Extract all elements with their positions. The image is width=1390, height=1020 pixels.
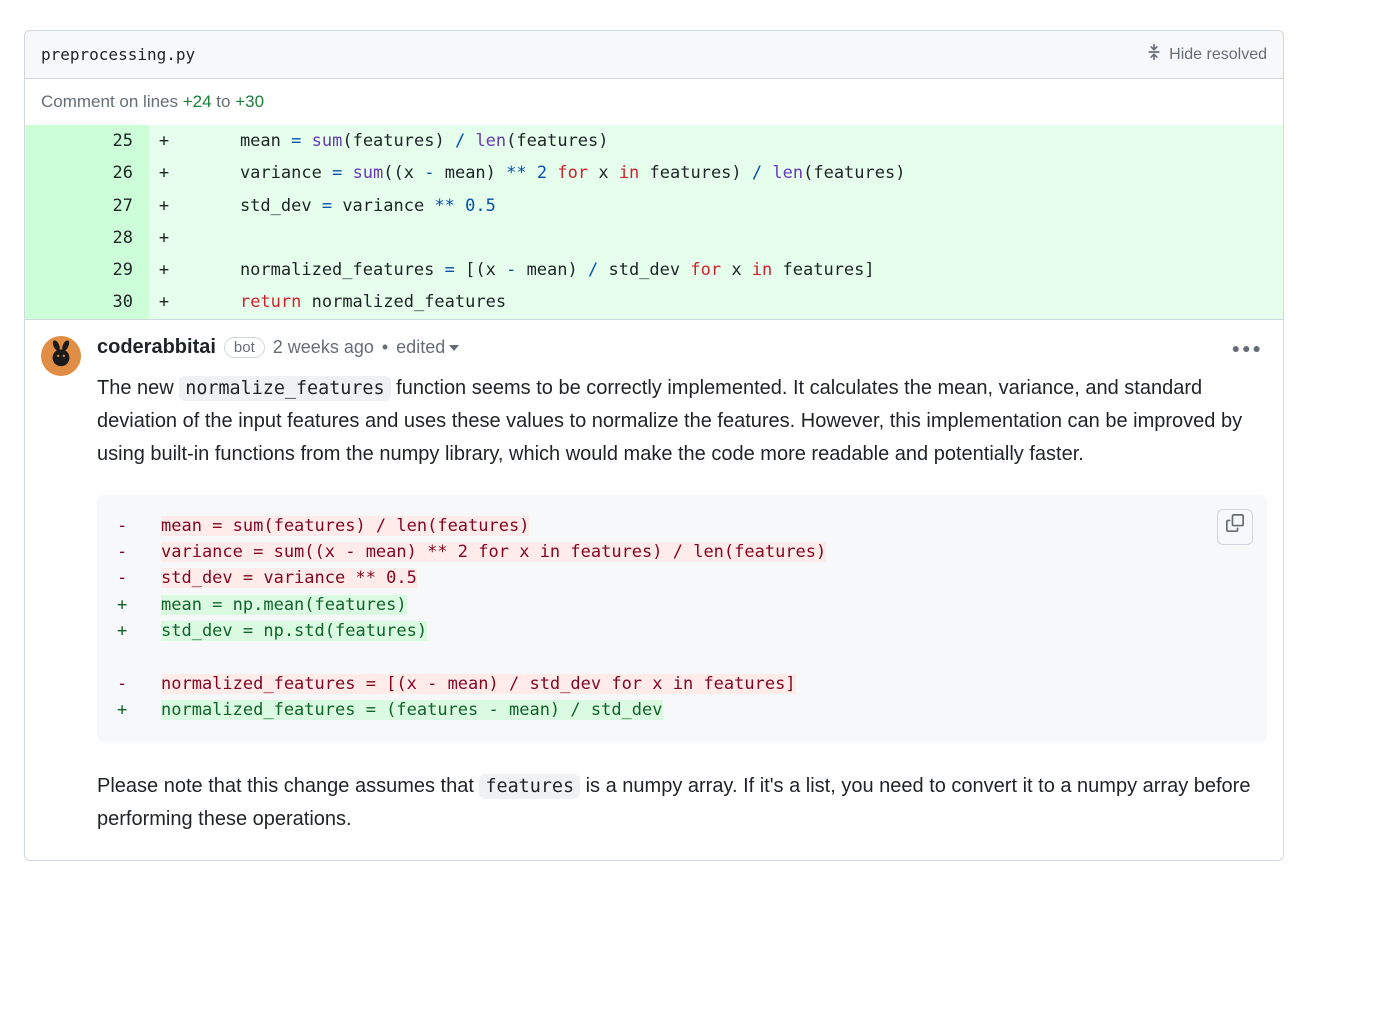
copy-icon [1226, 514, 1244, 540]
suggestion-removed-line: -normalized_features = [(x - mean) / std… [113, 671, 1251, 697]
line-range-mid: to [212, 92, 236, 111]
avatar[interactable] [41, 336, 81, 376]
line-number[interactable]: 26 [25, 157, 149, 189]
line-range-header: Comment on lines +24 to +30 [25, 79, 1283, 125]
comment-author[interactable]: coderabbitai [97, 336, 216, 359]
inline-code: normalize_features [179, 376, 390, 401]
diff-sign: - [113, 565, 157, 591]
file-name: preprocessing.py [41, 45, 195, 64]
line-range-start: +24 [183, 92, 212, 111]
comment-body: coderabbitai bot 2 weeks ago • edited ●●… [97, 336, 1267, 860]
diff-sign: + [113, 697, 157, 723]
line-number[interactable]: 28 [25, 222, 149, 254]
diff-row: 26+ variance = sum((x - mean) ** 2 for x… [25, 157, 1283, 189]
comment-meta: coderabbitai bot 2 weeks ago • edited ●●… [97, 336, 1267, 360]
line-range-prefix: Comment on lines [41, 92, 183, 111]
line-number[interactable]: 25 [25, 125, 149, 157]
comment: coderabbitai bot 2 weeks ago • edited ●●… [25, 320, 1283, 860]
diff-sign: + [113, 618, 157, 644]
file-header: preprocessing.py Hide resolved [25, 31, 1283, 79]
meta-separator: • [382, 337, 388, 358]
diff-marker: + [149, 190, 179, 222]
diff-marker: + [149, 222, 179, 254]
text-segment: The new [97, 377, 179, 399]
code-line: variance = sum((x - mean) ** 2 for x in … [179, 157, 1283, 189]
text-segment: Please note that this change assumes tha… [97, 775, 479, 797]
copy-button[interactable] [1217, 509, 1253, 545]
diff-row: 29+ normalized_features = [(x - mean) / … [25, 254, 1283, 286]
line-number[interactable]: 30 [25, 286, 149, 319]
line-range-end: +30 [235, 92, 264, 111]
code-line: normalized_features = [(x - mean) / std_… [179, 254, 1283, 286]
diff-sign: + [113, 592, 157, 618]
diff-sign: - [113, 539, 157, 565]
suggestion-code: variance = sum((x - mean) ** 2 for x in … [157, 539, 1251, 565]
suggestion-removed-line: -mean = sum(features) / len(features) [113, 513, 1251, 539]
diff-row: 30+ return normalized_features [25, 286, 1283, 319]
hide-resolved-button[interactable]: Hide resolved [1145, 43, 1267, 66]
suggestion-added-line: +normalized_features = (features - mean)… [113, 697, 1251, 723]
suggestion-code: normalized_features = [(x - mean) / std_… [157, 671, 1251, 697]
suggestion-removed-line: -std_dev = variance ** 0.5 [113, 565, 1251, 591]
edited-dropdown[interactable]: edited [396, 337, 459, 358]
review-thread: preprocessing.py Hide resolved Comment o… [24, 30, 1284, 861]
edited-label: edited [396, 337, 445, 358]
code-line [179, 222, 1283, 254]
hide-resolved-label: Hide resolved [1169, 46, 1267, 64]
diff-marker: + [149, 125, 179, 157]
bot-badge: bot [224, 337, 265, 358]
code-line: std_dev = variance ** 0.5 [179, 190, 1283, 222]
suggestion-block: -mean = sum(features) / len(features)-va… [97, 495, 1267, 742]
diff-marker: + [149, 157, 179, 189]
rabbit-icon [46, 339, 76, 372]
unfold-icon [1145, 43, 1163, 66]
suggestion-code: mean = np.mean(features) [157, 592, 1251, 618]
suggestion-blank-line [113, 645, 1251, 671]
diff-sign: - [113, 671, 157, 697]
comment-timestamp[interactable]: 2 weeks ago [273, 337, 374, 358]
caret-down-icon [449, 345, 459, 351]
suggestion-added-line: +mean = np.mean(features) [113, 592, 1251, 618]
diff-row: 28+ [25, 222, 1283, 254]
suggestion-added-line: +std_dev = np.std(features) [113, 618, 1251, 644]
line-number[interactable]: 29 [25, 254, 149, 286]
suggestion-code: normalized_features = (features - mean) … [157, 697, 1251, 723]
diff-marker: + [149, 286, 179, 319]
comment-paragraph-2: Please note that this change assumes tha… [97, 770, 1267, 836]
code-line: return normalized_features [179, 286, 1283, 319]
suggestion-code: std_dev = variance ** 0.5 [157, 565, 1251, 591]
comment-paragraph-1: The new normalize_features function seem… [97, 372, 1267, 471]
diff-row: 27+ std_dev = variance ** 0.5 [25, 190, 1283, 222]
comment-actions-menu[interactable]: ●●● [1228, 336, 1267, 360]
diff-marker: + [149, 254, 179, 286]
suggestion-code: mean = sum(features) / len(features) [157, 513, 1251, 539]
suggestion-code: std_dev = np.std(features) [157, 618, 1251, 644]
code-line: mean = sum(features) / len(features) [179, 125, 1283, 157]
inline-code: features [479, 774, 580, 799]
line-number[interactable]: 27 [25, 190, 149, 222]
diff-table: 25+ mean = sum(features) / len(features)… [25, 125, 1283, 320]
diff-row: 25+ mean = sum(features) / len(features) [25, 125, 1283, 157]
suggestion-removed-line: -variance = sum((x - mean) ** 2 for x in… [113, 539, 1251, 565]
diff-sign: - [113, 513, 157, 539]
